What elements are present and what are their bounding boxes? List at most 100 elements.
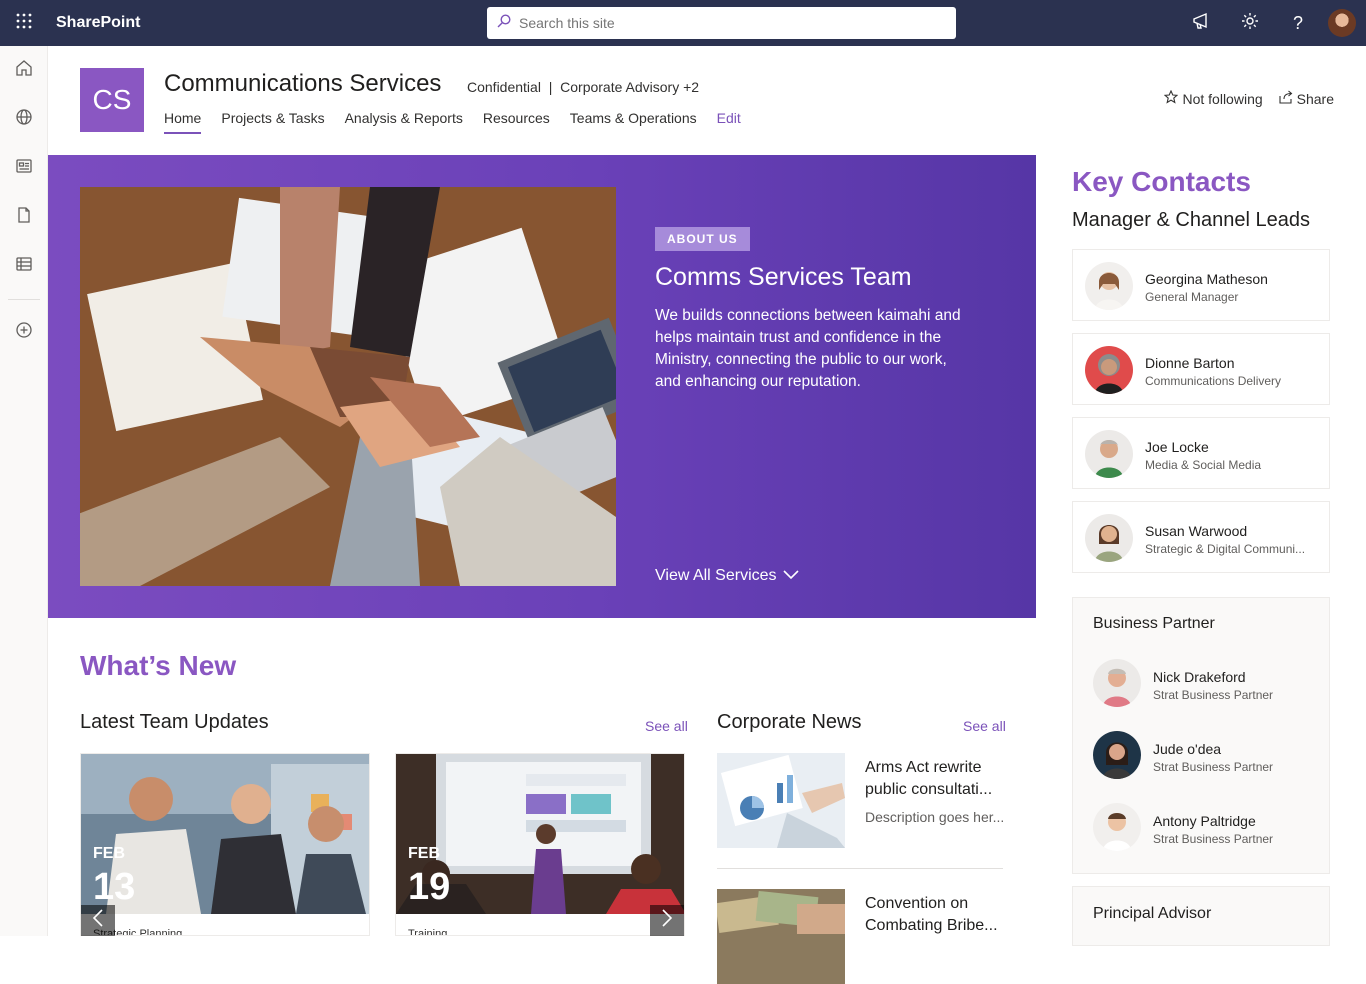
contact-card[interactable]: Dionne Barton Communications Delivery [1072,333,1330,405]
update-card[interactable]: FEB 19 Training [395,753,685,936]
contact-role: General Manager [1145,290,1239,304]
share-button[interactable]: Share [1279,90,1334,107]
date-month: FEB [408,845,440,862]
share-icon [1279,90,1293,107]
help-button[interactable]: ? [1274,0,1322,46]
sites-rail-button[interactable] [0,95,48,144]
app-launcher-button[interactable] [0,0,48,46]
update-card-category: Training [408,928,448,936]
chevron-left-icon [92,909,103,932]
news-item[interactable]: Arms Act rewrite public consultati... De… [717,753,1005,853]
business-partner-contact[interactable]: Antony Paltridge Strat Business Partner [1093,803,1323,853]
contact-role: Strat Business Partner [1153,832,1274,846]
news-title: Arms Act rewrite public consultati... [865,759,993,798]
hero-link-label: View All Services [655,567,777,584]
home-rail-button[interactable] [0,46,48,95]
business-partner-section: Business Partner Nick Drakeford Strat Bu… [1072,597,1330,874]
contact-name: Dionne Barton [1145,355,1235,371]
contact-role: Communications Delivery [1145,374,1282,388]
feedback-button[interactable] [1178,0,1226,46]
globe-icon [15,108,33,131]
files-rail-button[interactable] [0,193,48,242]
date-month: FEB [93,845,125,862]
carousel-next-button[interactable] [650,905,684,936]
suite-bar: SharePoint ? [0,0,1366,46]
news-thumbnail [717,889,845,984]
news-description: Description goes her... [865,809,1005,825]
hero-title: Comms Services Team [655,263,912,291]
header-actions: Not following Share [1164,89,1334,107]
news-rail-button[interactable] [0,144,48,193]
follow-label: Not following [1182,90,1263,107]
contact-card[interactable]: Susan Warwood Strategic & Digital Commun… [1072,501,1330,573]
account-avatar[interactable] [1328,9,1356,37]
latest-updates-title: Latest Team Updates [80,711,269,733]
contact-name: Joe Locke [1145,439,1209,455]
gear-icon [1241,12,1259,35]
contact-name: Nick Drakeford [1153,669,1246,685]
settings-button[interactable] [1226,0,1274,46]
help-icon: ? [1292,12,1303,33]
avatar [1085,514,1133,562]
avatar [1085,430,1133,478]
contact-card[interactable]: Georgina Matheson General Manager [1072,249,1330,321]
hero-badge: ABOUT US [655,227,750,251]
app-bar [0,46,48,936]
key-contacts-subheading: Manager & Channel Leads [1072,209,1310,231]
contact-card[interactable]: Joe Locke Media & Social Media [1072,417,1330,489]
news-item[interactable]: Convention on Combating Bribe... [717,889,1003,984]
hero-description: We builds connections between kaimahi an… [655,307,961,390]
app-name-link[interactable]: SharePoint [56,14,140,32]
star-icon [1164,89,1179,107]
chevron-right-icon [662,909,673,932]
updates-see-all-link[interactable]: See all [645,718,688,734]
business-partner-contact[interactable]: Nick Drakeford Strat Business Partner [1093,659,1323,709]
nav-projects-tasks[interactable]: Projects & Tasks [221,110,324,134]
megaphone-icon [1192,12,1212,35]
business-partner-title: Business Partner [1093,615,1215,632]
carousel-previous-button[interactable] [81,905,115,936]
rail-divider [8,299,40,300]
nav-home[interactable]: Home [164,110,202,134]
date-day: 19 [408,866,451,908]
document-icon [15,206,33,229]
waffle-icon [16,13,32,34]
site-title[interactable]: Communications Services [164,70,441,98]
news-thumbnail [717,753,845,848]
site-classification: Confidential | Corporate Advisory +2 [467,79,700,95]
avatar [1085,262,1133,310]
contact-role: Strat Business Partner [1153,688,1274,702]
lists-rail-button[interactable] [0,242,48,291]
nav-edit-link[interactable]: Edit [717,110,741,134]
update-card-date: FEB 13 [93,845,136,908]
nav-analysis-reports[interactable]: Analysis & Reports [345,110,463,134]
search-icon [497,13,511,33]
news-divider [717,868,1003,869]
create-rail-button[interactable] [0,308,48,357]
nav-resources[interactable]: Resources [483,110,550,134]
view-all-services-link[interactable]: View All Services [655,567,799,585]
news-title: Convention on Combating Bribe... [865,895,998,934]
date-day: 13 [93,866,136,908]
avatar [1085,346,1133,394]
business-partner-contact[interactable]: Jude o'dea Strat Business Partner [1093,731,1323,781]
share-label: Share [1296,90,1334,107]
avatar [1093,659,1141,707]
search-input[interactable] [519,15,939,31]
news-icon [15,157,33,180]
search-box[interactable] [487,7,956,39]
home-icon [15,59,33,82]
news-see-all-link[interactable]: See all [963,718,1006,734]
contact-name: Susan Warwood [1145,523,1248,539]
update-card[interactable]: FEB 13 Strategic Planning [80,753,370,936]
nav-teams-operations[interactable]: Teams & Operations [570,110,697,134]
site-logo[interactable]: CS [80,68,144,132]
contact-role: Strategic & Digital Communi... [1145,542,1306,556]
follow-button[interactable]: Not following [1164,89,1263,107]
principal-advisor-title: Principal Advisor [1093,905,1212,922]
hero-image [80,187,616,586]
contact-name: Jude o'dea [1153,741,1222,757]
avatar [1093,731,1141,779]
update-card-date: FEB 19 [408,845,451,908]
whats-new-heading: What’s New [80,650,237,681]
